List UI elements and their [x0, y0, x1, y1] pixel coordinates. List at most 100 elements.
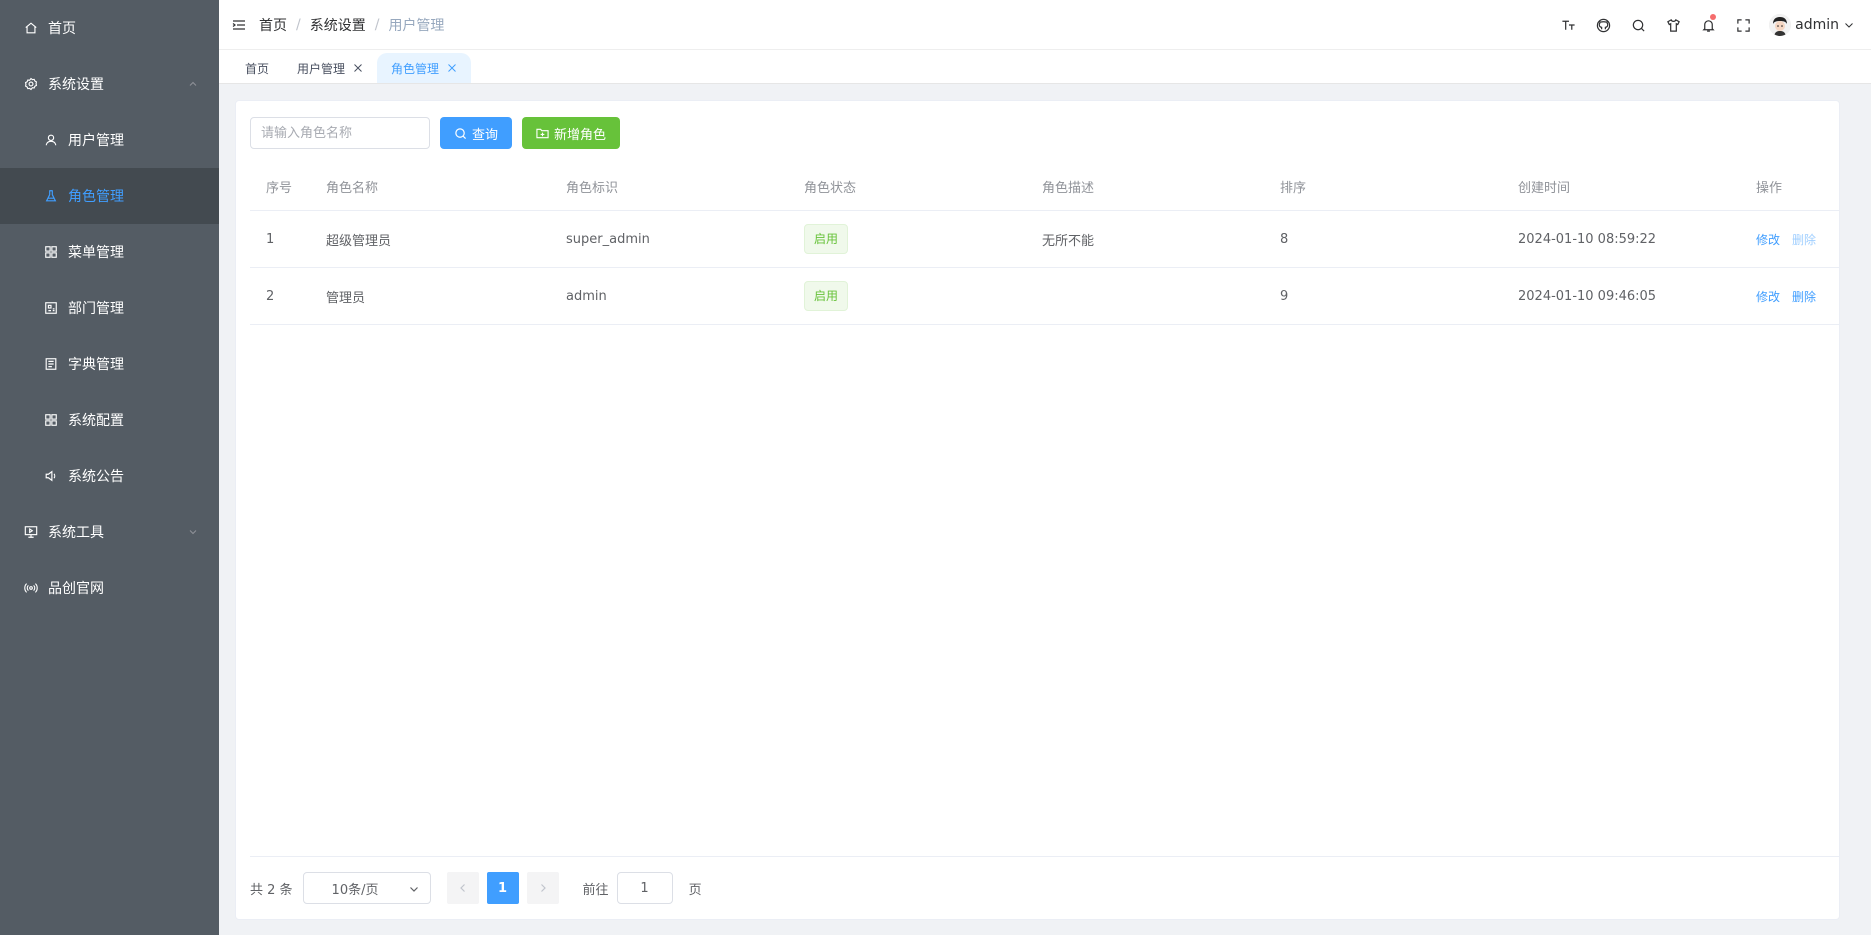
column-header-role-status: 角色状态	[804, 181, 857, 196]
cell-actions: 修改 删除	[1740, 231, 1839, 248]
folder-add-icon	[536, 128, 549, 138]
breadcrumb-system-settings[interactable]: 系统设置	[310, 15, 366, 35]
sidebar-item-label: 首页	[48, 21, 76, 37]
column-header-role-desc: 角色描述	[1042, 181, 1095, 196]
tab-home[interactable]: 首页	[231, 53, 283, 83]
monitor-icon	[24, 525, 38, 539]
status-badge: 启用	[804, 224, 849, 254]
fullscreen-button[interactable]	[1726, 0, 1761, 50]
sidebar-item-system-settings[interactable]: 系统设置	[0, 56, 219, 112]
notification-button[interactable]	[1691, 0, 1726, 50]
sidebar-item-label: 系统公告	[68, 469, 124, 485]
tab-role-management[interactable]: 角色管理	[377, 53, 472, 83]
role-name-search-input[interactable]	[250, 117, 430, 149]
sidebar-item-label: 字典管理	[68, 357, 124, 373]
font-size-button[interactable]	[1551, 0, 1586, 50]
theme-button[interactable]	[1656, 0, 1691, 50]
tab-label: 角色管理	[391, 61, 440, 76]
delete-link[interactable]: 删除	[1792, 233, 1816, 247]
cell-role-status: 启用	[788, 224, 1026, 254]
table-row: 1 超级管理员 super_admin 启用 无所不能 8 2024-01-10…	[250, 211, 1839, 268]
github-button[interactable]	[1586, 0, 1621, 50]
page-number-current[interactable]: 1	[486, 872, 519, 904]
cell-sort: 9	[1280, 288, 1289, 304]
tab-label: 首页	[245, 61, 270, 76]
role-management-panel: 查询 新增角色 序号 角色名称 角色标识 角色状态 角色描述 排序 创建时间 操…	[235, 100, 1840, 920]
search-icon	[1632, 19, 1645, 32]
role-table: 序号 角色名称 角色标识 角色状态 角色描述 排序 创建时间 操作 1 超级管理…	[250, 163, 1839, 325]
pagination-total: 共 2 条	[250, 882, 293, 898]
avatar	[1769, 14, 1792, 36]
column-header-created-time: 创建时间	[1518, 181, 1571, 196]
breadcrumb: 首页 / 系统设置 / 用户管理	[259, 15, 444, 35]
grid-icon	[44, 245, 58, 259]
table-header: 序号 角色名称 角色标识 角色状态 角色描述 排序 创建时间 操作	[250, 163, 1839, 211]
broadcast-icon	[24, 581, 38, 595]
sidebar-item-dictionary-management[interactable]: 字典管理	[0, 336, 219, 392]
query-button[interactable]: 查询	[440, 117, 513, 149]
add-role-button-label: 新增角色	[554, 127, 607, 143]
pagination: 共 2 条 10条/页 1 前往 页	[250, 856, 1839, 919]
edit-link[interactable]: 修改	[1756, 233, 1780, 247]
page-size-select[interactable]: 10条/页	[302, 872, 431, 904]
cell-index: 1	[266, 231, 275, 247]
font-size-icon	[1562, 20, 1575, 30]
home-icon	[24, 21, 38, 35]
sidebar-item-system-tools[interactable]: 系统工具	[0, 504, 219, 560]
chevron-left-icon	[459, 884, 465, 892]
cell-role-name: 超级管理员	[326, 233, 392, 249]
column-header-actions: 操作	[1756, 181, 1783, 196]
user-dropdown[interactable]: admin	[1769, 0, 1855, 50]
cell-role-name: 管理员	[326, 290, 366, 306]
sidebar-item-official-site[interactable]: 品创官网	[0, 560, 219, 616]
chevron-down-icon	[189, 530, 197, 535]
close-icon[interactable]	[353, 63, 363, 73]
hamburger-icon[interactable]	[232, 18, 246, 32]
t-shirt-icon	[1667, 18, 1681, 32]
user-name: admin	[1795, 17, 1839, 33]
cell-index: 2	[266, 288, 275, 304]
sidebar-item-label: 部门管理	[68, 301, 124, 317]
sidebar-item-menu-management[interactable]: 菜单管理	[0, 224, 219, 280]
cell-sort: 8	[1280, 231, 1289, 247]
sidebar-item-label: 用户管理	[68, 133, 124, 149]
user-icon	[44, 133, 58, 147]
grid-icon	[44, 413, 58, 427]
prev-page-button[interactable]	[446, 872, 479, 904]
cell-created-time: 2024-01-10 08:59:22	[1518, 231, 1657, 247]
notebook-icon	[44, 357, 58, 371]
table-row: 2 管理员 admin 启用 9 2024-01-10 09:46:05 修改删…	[250, 268, 1839, 325]
cell-actions: 修改 删除	[1740, 288, 1839, 305]
github-icon	[1596, 18, 1611, 32]
sidebar-item-department-management[interactable]: 部门管理	[0, 280, 219, 336]
query-button-label: 查询	[472, 127, 499, 143]
edit-link[interactable]: 修改	[1756, 290, 1780, 304]
sidebar-item-label: 系统工具	[48, 525, 104, 541]
sidebar-item-label: 品创官网	[48, 581, 104, 597]
tab-user-management[interactable]: 用户管理	[283, 53, 377, 83]
header-search-button[interactable]	[1621, 0, 1656, 50]
breadcrumb-separator: /	[296, 16, 301, 33]
next-page-button[interactable]	[526, 872, 559, 904]
sidebar-item-label: 系统配置	[68, 413, 124, 429]
tab-label: 用户管理	[297, 61, 346, 76]
sidebar-item-system-notice[interactable]: 系统公告	[0, 448, 219, 504]
sidebar-item-system-config[interactable]: 系统配置	[0, 392, 219, 448]
sidebar-item-role-management[interactable]: 角色管理	[0, 168, 219, 224]
goto-page-input[interactable]	[616, 872, 673, 904]
sidebar-item-label: 角色管理	[68, 189, 124, 205]
breadcrumb-separator: /	[374, 16, 380, 33]
column-header-index: 序号	[266, 181, 293, 196]
speaker-icon	[44, 469, 58, 483]
close-icon[interactable]	[447, 63, 457, 73]
add-role-button[interactable]: 新增角色	[522, 117, 621, 149]
cell-role-key: admin	[566, 288, 607, 304]
flask-icon	[44, 189, 58, 203]
sidebar-item-home[interactable]: 首页	[0, 0, 219, 56]
page-size-value: 10条/页	[331, 882, 379, 898]
delete-link[interactable]: 删除	[1792, 290, 1816, 304]
sidebar-item-label: 菜单管理	[68, 245, 124, 261]
status-badge: 启用	[804, 281, 849, 311]
sidebar-item-user-management[interactable]: 用户管理	[0, 112, 219, 168]
breadcrumb-home[interactable]: 首页	[259, 15, 287, 35]
